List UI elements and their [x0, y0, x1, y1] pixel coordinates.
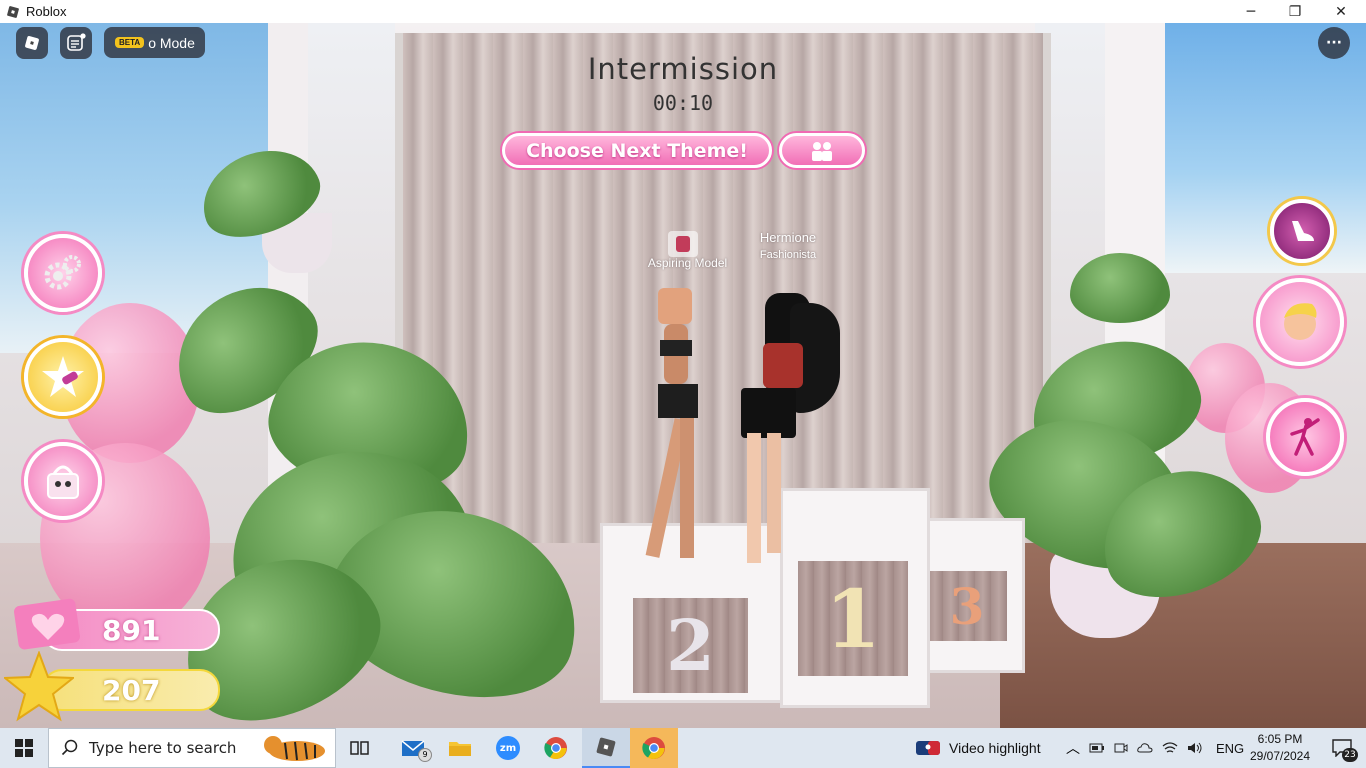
windows-logo-icon — [15, 739, 33, 757]
clock-time: 6:05 PM — [1257, 732, 1303, 746]
start-button[interactable] — [0, 728, 48, 768]
roblox-logo-icon — [25, 36, 39, 50]
taskbar-search[interactable]: Type here to search — [48, 728, 336, 768]
star-shoe-icon — [42, 356, 84, 397]
clock-date: 29/07/2024 — [1249, 749, 1311, 763]
people-icon — [812, 141, 832, 161]
avatar-customize-button[interactable] — [1256, 278, 1344, 366]
mail-badge: 9 — [418, 748, 432, 762]
task-view-icon — [350, 741, 369, 755]
chrome-profile-button[interactable] — [630, 728, 678, 768]
news-widget[interactable]: Video highlight — [916, 728, 1041, 768]
beta-badge: BETA — [115, 37, 145, 48]
folder-icon — [449, 742, 471, 756]
hearts-value: 891 — [102, 613, 161, 647]
chrome-button[interactable] — [532, 728, 580, 768]
star-currency-icon — [2, 650, 76, 723]
battery-icon[interactable] — [1089, 742, 1105, 754]
minimize-button[interactable]: ─ — [1228, 0, 1274, 23]
podium-number: 2 — [633, 598, 748, 693]
heart-ticket-icon — [10, 594, 86, 656]
search-placeholder: Type here to search — [89, 739, 237, 757]
intermission-timer: 00:10 — [652, 91, 714, 115]
file-explorer-button[interactable] — [436, 728, 484, 768]
language-indicator[interactable]: ENG — [1216, 741, 1244, 756]
player-rank-label: Aspiring Model — [647, 256, 728, 270]
heels-button[interactable] — [1270, 199, 1334, 263]
face-icon — [1284, 303, 1317, 340]
chat-icon — [67, 33, 86, 51]
more-options-button[interactable]: ··· — [1318, 27, 1350, 59]
tiger-doodle-icon — [264, 736, 325, 761]
avatar-hermione[interactable] — [735, 293, 845, 563]
player-name-label: Hermione — [759, 230, 817, 245]
roblox-menu-button[interactable] — [16, 27, 48, 59]
high-heel-icon — [1292, 221, 1314, 241]
notifications-button[interactable]: 23 — [1318, 728, 1366, 768]
zoom-icon: zm — [496, 736, 520, 760]
podium-number: 1 — [798, 561, 908, 676]
rank-badge-icon — [668, 231, 698, 257]
avatar-aspiring-model[interactable] — [645, 288, 710, 558]
meet-now-icon[interactable] — [1114, 741, 1128, 755]
window-titlebar: Roblox — [0, 0, 1366, 23]
dancer-icon — [1290, 418, 1320, 456]
shop-bag-button[interactable] — [24, 442, 102, 520]
close-button[interactable]: ✕ — [1318, 0, 1364, 23]
choose-next-theme-button[interactable]: Choose Next Theme! — [502, 133, 772, 168]
zoom-app-button[interactable]: zm — [484, 728, 532, 768]
news-label: Video highlight — [949, 740, 1041, 756]
player-rank-label: Fashionista — [759, 249, 817, 261]
friends-button[interactable] — [779, 133, 865, 168]
system-tray: ︿ ENG — [1066, 728, 1244, 768]
maximize-button[interactable]: ❐ — [1272, 0, 1318, 23]
mode-toggle-button[interactable]: BETA o Mode — [104, 27, 205, 58]
chrome-icon — [642, 737, 665, 759]
chrome-icon — [544, 737, 567, 759]
notifications-badge: 23 — [1342, 748, 1358, 762]
pose-button[interactable] — [1266, 398, 1344, 476]
onedrive-icon[interactable] — [1137, 742, 1153, 754]
mlb-logo-icon — [916, 741, 940, 755]
settings-button[interactable] — [24, 234, 102, 312]
wifi-icon[interactable] — [1162, 741, 1178, 755]
intermission-title: Intermission — [587, 52, 779, 86]
stars-value: 207 — [102, 673, 161, 707]
shopping-bag-icon — [47, 465, 79, 499]
chat-button[interactable] — [60, 27, 92, 59]
mail-app-button[interactable]: 9 — [390, 728, 438, 768]
roblox-logo-icon — [7, 5, 19, 18]
vip-shop-button[interactable] — [24, 338, 102, 416]
volume-icon[interactable] — [1187, 741, 1203, 755]
gear-icon — [44, 255, 81, 290]
podium-number: 3 — [927, 571, 1007, 641]
search-icon — [61, 739, 78, 756]
mode-label: o Mode — [148, 34, 195, 51]
task-view-button[interactable] — [336, 728, 384, 768]
roblox-icon — [596, 737, 616, 757]
clock[interactable]: 6:05 PM 29/07/2024 — [1244, 731, 1316, 765]
chevron-up-icon[interactable]: ︿ — [1066, 738, 1080, 758]
window-title: Roblox — [26, 4, 67, 19]
roblox-taskbar-button[interactable] — [582, 728, 630, 768]
